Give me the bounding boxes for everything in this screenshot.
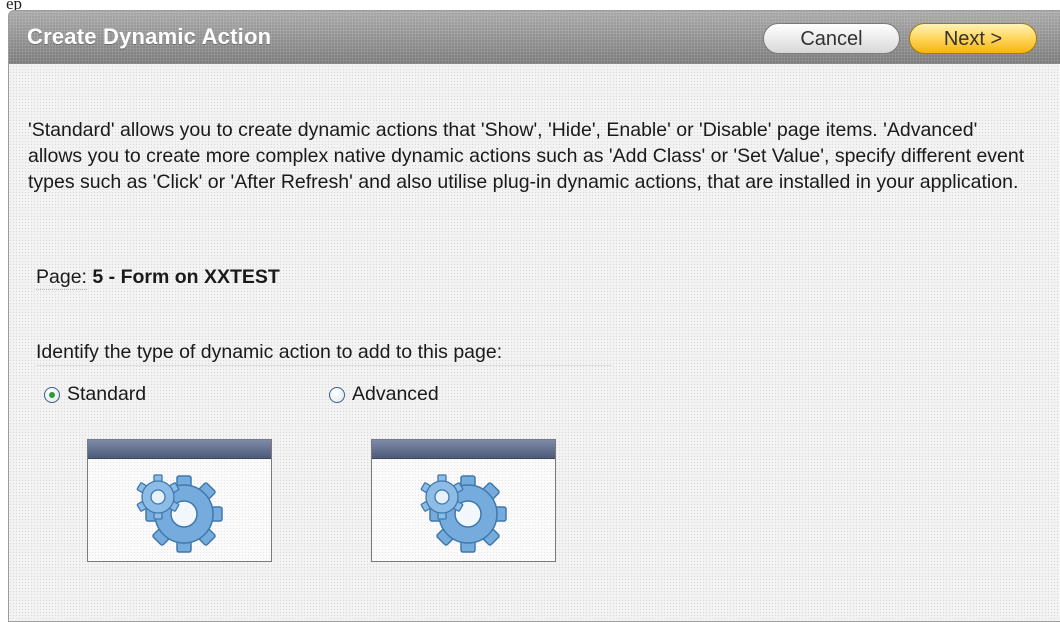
page-title: Create Dynamic Action [27,24,272,49]
top-page-fragment: ep [6,0,23,10]
standard-thumbnail[interactable] [87,439,272,562]
radio-selected-dot [49,391,55,398]
thumbnail-title-bar [372,440,555,459]
cancel-button[interactable]: Cancel [763,23,900,54]
radio-label-advanced: Advanced [352,383,439,405]
page-label: Page: [36,266,87,290]
gear-icon [136,474,223,553]
radio-button-advanced[interactable] [329,386,345,403]
radio-label-standard: Standard [67,383,147,405]
thumbnail-title-bar [88,440,271,459]
gear-icon [420,474,507,553]
radio-option-advanced[interactable]: Advanced [329,383,439,406]
help-description: 'Standard' allows you to create dynamic … [28,119,1025,193]
radio-button-standard[interactable] [44,386,60,403]
page-info: Page: 5 - Form on XXTEST [36,266,280,290]
next-button[interactable]: Next > [909,23,1037,54]
radio-option-standard[interactable]: Standard [44,383,146,406]
action-type-prompt: Identify the type of dynamic action to a… [36,341,612,366]
advanced-thumbnail[interactable] [371,439,556,562]
wizard-panel: Create Dynamic Action Cancel Next > 'Sta… [8,10,1060,622]
wizard-header: Create Dynamic Action Cancel Next > [9,11,1060,64]
page-value: 5 - Form on XXTEST [92,266,280,288]
